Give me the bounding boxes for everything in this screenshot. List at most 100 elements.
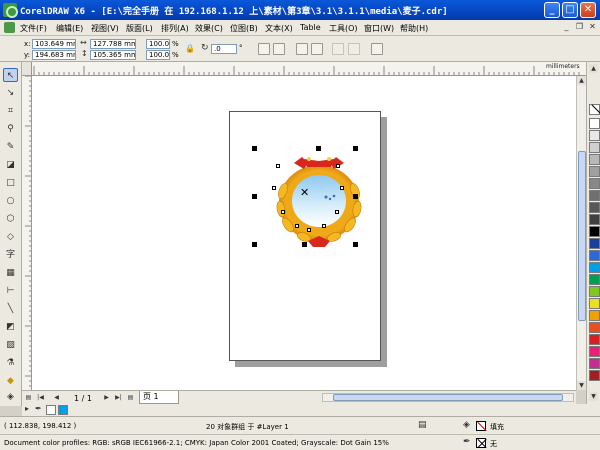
fill-swatch[interactable]	[476, 421, 486, 431]
menu-help[interactable]: 帮助(H)	[400, 23, 428, 34]
connector-tool[interactable]: ╲	[3, 302, 18, 316]
document-restore-button[interactable]: ❐	[574, 22, 585, 33]
x-position-field[interactable]: 103.649 mm	[32, 39, 76, 49]
freehand-tool[interactable]: ✎	[3, 140, 18, 154]
ungroup-icon[interactable]	[311, 43, 323, 55]
palette-swatch[interactable]	[589, 166, 600, 177]
coreldraw-app-icon[interactable]	[3, 3, 18, 18]
palette-scroll-up[interactable]: ▲	[589, 64, 598, 73]
palette-swatch[interactable]	[589, 178, 600, 189]
scroll-down-arrow[interactable]: ▼	[577, 381, 586, 390]
page-tab-1[interactable]: 页 1	[139, 391, 179, 404]
selection-handle-bottom-left[interactable]	[252, 242, 257, 247]
add-page-after-button[interactable]: ▤	[126, 393, 135, 402]
outline-swatch[interactable]	[476, 438, 486, 448]
palette-swatch[interactable]	[589, 274, 600, 285]
palette-swatch[interactable]	[589, 226, 600, 237]
crop-tool[interactable]: ⌗	[3, 104, 18, 118]
path-node[interactable]	[340, 186, 344, 190]
palette-swatch[interactable]	[589, 298, 600, 309]
scroll-up-arrow[interactable]: ▲	[577, 76, 586, 85]
path-node[interactable]	[281, 210, 285, 214]
palette-swatch[interactable]	[589, 310, 600, 321]
document-icon[interactable]	[4, 22, 15, 33]
selection-handle-top-center[interactable]	[316, 146, 321, 151]
selection-handle-middle-left[interactable]	[252, 194, 257, 199]
path-node[interactable]	[276, 164, 280, 168]
height-field[interactable]: 105.365 mm	[90, 50, 136, 60]
rectangle-tool[interactable]: □	[3, 176, 18, 190]
rotation-field[interactable]: .0	[211, 44, 237, 54]
selection-handle-bottom-center[interactable]	[302, 242, 307, 247]
palette-swatch[interactable]	[589, 214, 600, 225]
first-page-button[interactable]: |◀	[36, 393, 45, 402]
palette-swatch[interactable]	[589, 130, 600, 141]
polygon-tool[interactable]: ⬡	[3, 212, 18, 226]
path-node[interactable]	[336, 164, 340, 168]
vertical-scroll-thumb[interactable]	[578, 151, 586, 321]
scale-x-field[interactable]: 100.0	[146, 39, 170, 49]
no-color-swatch[interactable]	[589, 104, 600, 115]
palette-swatch[interactable]	[589, 262, 600, 273]
path-node[interactable]	[307, 228, 311, 232]
menu-layout[interactable]: 版面(L)	[126, 23, 153, 34]
eyedropper-tool[interactable]: ⚗	[3, 356, 18, 370]
zoom-tool[interactable]: ⚲	[3, 122, 18, 136]
menu-view[interactable]: 视图(V)	[91, 23, 119, 34]
shape-tool[interactable]: ↘	[3, 86, 18, 100]
palette-swatch[interactable]	[589, 142, 600, 153]
selection-handle-middle-right[interactable]	[353, 194, 358, 199]
break-apart-icon[interactable]	[348, 43, 360, 55]
document-close-button[interactable]: ✕	[587, 22, 598, 33]
mirror-horizontal-icon[interactable]	[258, 43, 270, 55]
smart-fill-tool[interactable]: ◪	[3, 158, 18, 172]
palette-swatch[interactable]	[589, 286, 600, 297]
previous-page-button[interactable]: ◀	[52, 393, 61, 402]
maximize-button[interactable]: □	[562, 2, 578, 18]
menu-effects[interactable]: 效果(C)	[195, 23, 223, 34]
palette-swatch[interactable]	[589, 238, 600, 249]
selection-handle-top-right[interactable]	[353, 146, 358, 151]
mirror-vertical-icon[interactable]	[273, 43, 285, 55]
palette-swatch[interactable]	[589, 334, 600, 345]
scale-y-field[interactable]: 100.0	[146, 50, 170, 60]
path-node[interactable]	[272, 186, 276, 190]
menu-arrange[interactable]: 排列(A)	[161, 23, 189, 34]
horizontal-scroll-thumb[interactable]	[333, 394, 563, 401]
menu-file[interactable]: 文件(F)	[20, 23, 47, 34]
lock-ratio-icon[interactable]: 🔒	[185, 44, 195, 53]
palette-swatch[interactable]	[589, 370, 600, 381]
width-field[interactable]: 127.788 mm	[90, 39, 136, 49]
add-page-before-button[interactable]: ▤	[24, 393, 33, 402]
next-page-button[interactable]: ▶	[102, 393, 111, 402]
combine-icon[interactable]	[332, 43, 344, 55]
transparency-tool[interactable]: ▨	[3, 338, 18, 352]
path-node[interactable]	[322, 224, 326, 228]
minimize-button[interactable]: _	[544, 2, 560, 18]
close-button[interactable]: ✕	[580, 2, 596, 18]
ellipse-tool[interactable]: ○	[3, 194, 18, 208]
no-color-swatch[interactable]	[46, 405, 56, 415]
palette-swatch[interactable]	[589, 118, 600, 129]
palette-swatch[interactable]	[589, 358, 600, 369]
selection-handle-bottom-right[interactable]	[353, 242, 358, 247]
horizontal-scrollbar[interactable]	[322, 393, 574, 402]
document-minimize-button[interactable]: _	[561, 22, 572, 33]
menu-bitmaps[interactable]: 位图(B)	[230, 23, 258, 34]
palette-swatch[interactable]	[589, 202, 600, 213]
palette-swatch[interactable]	[589, 322, 600, 333]
selection-center-marker[interactable]: ✕	[300, 186, 309, 199]
menu-text[interactable]: 文本(X)	[265, 23, 293, 34]
ruler-origin[interactable]	[22, 62, 32, 76]
palette-scroll-down[interactable]: ▼	[589, 392, 598, 401]
color-profiles-info[interactable]: Document color profiles: RGB: sRGB IEC61…	[4, 439, 389, 447]
interactive-fill-tool[interactable]: ◈	[3, 390, 18, 404]
interactive-tool[interactable]: ◩	[3, 320, 18, 334]
drawing-canvas[interactable]: ✕	[32, 76, 576, 390]
dimension-tool[interactable]: ⊢	[3, 284, 18, 298]
path-node[interactable]	[295, 224, 299, 228]
palette-swatch[interactable]	[589, 154, 600, 165]
eyedropper-icon[interactable]: ✒	[35, 404, 42, 413]
document-palette-swatch[interactable]	[58, 405, 68, 415]
wheat-wreath-artwork[interactable]	[264, 151, 374, 251]
